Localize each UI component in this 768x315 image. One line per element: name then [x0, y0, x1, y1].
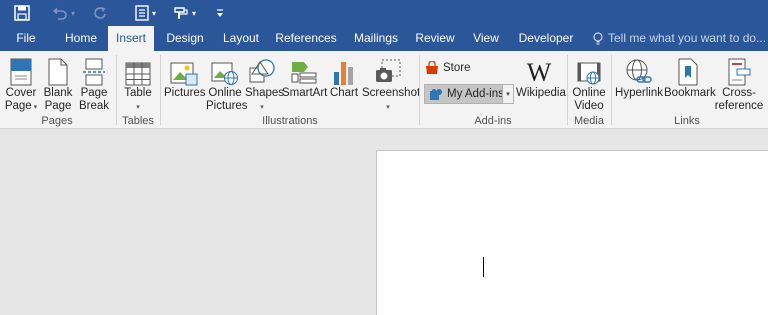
- ribbon-tabs: File Home Insert Design Layout Reference…: [0, 26, 768, 51]
- quick-access-toolbar: ▾ ▾ ▾: [0, 0, 768, 26]
- online-video-icon: [570, 54, 608, 86]
- cover-page-icon: [4, 54, 38, 86]
- chart-button[interactable]: Chart: [328, 54, 360, 100]
- wikipedia-label: Wikipedia: [516, 87, 566, 99]
- customize-toolbar-icon[interactable]: [215, 3, 225, 23]
- table-button[interactable]: Table ▾: [120, 54, 156, 114]
- bookmark-button[interactable]: Bookmark: [664, 54, 716, 100]
- wikipedia-button[interactable]: W Wikipedia: [516, 54, 566, 100]
- group-label-addins: Add-ins: [474, 115, 512, 127]
- wikipedia-icon: W: [526, 58, 552, 87]
- tab-mailings[interactable]: Mailings: [348, 26, 404, 51]
- screenshot-label: Screenshot: [362, 87, 421, 99]
- page-break-icon: [78, 54, 110, 86]
- tell-me-text: Tell me what you want to do...: [608, 31, 767, 45]
- bookmark-icon: [664, 54, 712, 86]
- smartart-button[interactable]: SmartArt: [282, 54, 328, 100]
- cover-page-label-1: Cover: [5, 87, 37, 99]
- undo-icon[interactable]: ▾: [52, 3, 75, 23]
- tab-insert[interactable]: Insert: [108, 26, 154, 51]
- hyperlink-icon: [614, 54, 664, 86]
- cross-reference-label-2: reference: [714, 100, 764, 112]
- document-area: [0, 130, 768, 315]
- ribbon-insert: Cover Page ▾ Blank Page Page Break Pages…: [0, 51, 768, 129]
- save-icon[interactable]: [14, 3, 30, 23]
- tab-view[interactable]: View: [464, 26, 508, 51]
- store-label: Store: [443, 62, 471, 74]
- chart-label: Chart: [329, 87, 359, 99]
- my-addins-button[interactable]: My Add-ins: [424, 84, 509, 104]
- blank-page-label-2: Page: [44, 100, 72, 112]
- group-label-pages: Pages: [41, 115, 73, 127]
- tab-home[interactable]: Home: [56, 26, 106, 51]
- my-addins-label: My Add-ins: [447, 88, 504, 100]
- shapes-label: Shapes: [245, 87, 285, 99]
- online-video-label-2: Video: [574, 100, 604, 112]
- group-label-media: Media: [574, 115, 604, 127]
- online-pictures-icon: [206, 54, 244, 86]
- table-icon: [120, 54, 156, 86]
- online-video-label-1: Online: [572, 87, 606, 99]
- my-addins-dropdown[interactable]: ▾: [502, 84, 514, 104]
- pictures-icon: [164, 54, 204, 86]
- my-addins-icon: [429, 87, 443, 101]
- redo-icon[interactable]: [93, 3, 107, 23]
- smartart-icon: [282, 54, 326, 86]
- page-break-button[interactable]: Page Break: [78, 54, 110, 113]
- group-label-tables: Tables: [122, 115, 154, 127]
- store-icon: [425, 61, 439, 75]
- screenshot-icon: [362, 54, 414, 86]
- pictures-label: Pictures: [164, 87, 206, 99]
- lightbulb-icon: [593, 31, 603, 46]
- online-pictures-button[interactable]: Online Pictures: [206, 54, 248, 113]
- chevron-down-icon: ▾: [506, 91, 510, 98]
- cover-page-button[interactable]: Cover Page ▾: [4, 54, 38, 114]
- pictures-button[interactable]: Pictures: [164, 54, 206, 100]
- blank-page-icon: [42, 54, 74, 86]
- page-break-label-1: Page: [80, 87, 108, 99]
- tab-developer[interactable]: Developer: [514, 26, 578, 51]
- chevron-down-icon: ▾: [31, 104, 38, 111]
- online-pictures-label-1: Online: [208, 87, 242, 99]
- cross-reference-button[interactable]: Cross- reference: [714, 54, 764, 113]
- shapes-icon: [245, 54, 279, 86]
- online-video-button[interactable]: Online Video: [570, 54, 608, 113]
- blank-page-label-1: Blank: [43, 87, 73, 99]
- print-layout-icon[interactable]: ▾: [135, 3, 156, 23]
- document-page[interactable]: [376, 150, 768, 315]
- format-painter-icon[interactable]: ▾: [173, 3, 196, 23]
- shapes-button[interactable]: Shapes ▾: [245, 54, 285, 114]
- hyperlink-button[interactable]: Hyperlink: [614, 54, 664, 100]
- hyperlink-label: Hyperlink: [615, 87, 663, 99]
- screenshot-button[interactable]: Screenshot ▾: [362, 54, 421, 114]
- store-button[interactable]: Store: [425, 61, 471, 75]
- chevron-down-icon: ▾: [386, 104, 390, 111]
- tab-review[interactable]: Review: [410, 26, 460, 51]
- table-label: Table: [124, 87, 152, 99]
- tab-file[interactable]: File: [0, 26, 52, 51]
- group-label-illustrations: Illustrations: [262, 115, 318, 127]
- cross-reference-label-1: Cross-: [722, 87, 756, 99]
- bookmark-label: Bookmark: [664, 87, 716, 99]
- tab-references[interactable]: References: [272, 26, 340, 51]
- page-break-label-2: Break: [78, 100, 110, 112]
- online-pictures-label-2: Pictures: [206, 100, 248, 112]
- chevron-down-icon: ▾: [260, 104, 264, 111]
- chevron-down-icon: ▾: [136, 104, 140, 111]
- cross-reference-icon: [714, 54, 764, 86]
- blank-page-button[interactable]: Blank Page: [42, 54, 74, 113]
- cover-page-label-2: Page: [4, 100, 32, 112]
- smartart-label: SmartArt: [282, 87, 328, 99]
- tell-me-search[interactable]: Tell me what you want to do...: [593, 26, 766, 51]
- tab-layout[interactable]: Layout: [216, 26, 266, 51]
- text-cursor: [483, 257, 484, 277]
- tab-design[interactable]: Design: [160, 26, 210, 51]
- chart-icon: [328, 54, 360, 86]
- group-label-links: Links: [674, 115, 700, 127]
